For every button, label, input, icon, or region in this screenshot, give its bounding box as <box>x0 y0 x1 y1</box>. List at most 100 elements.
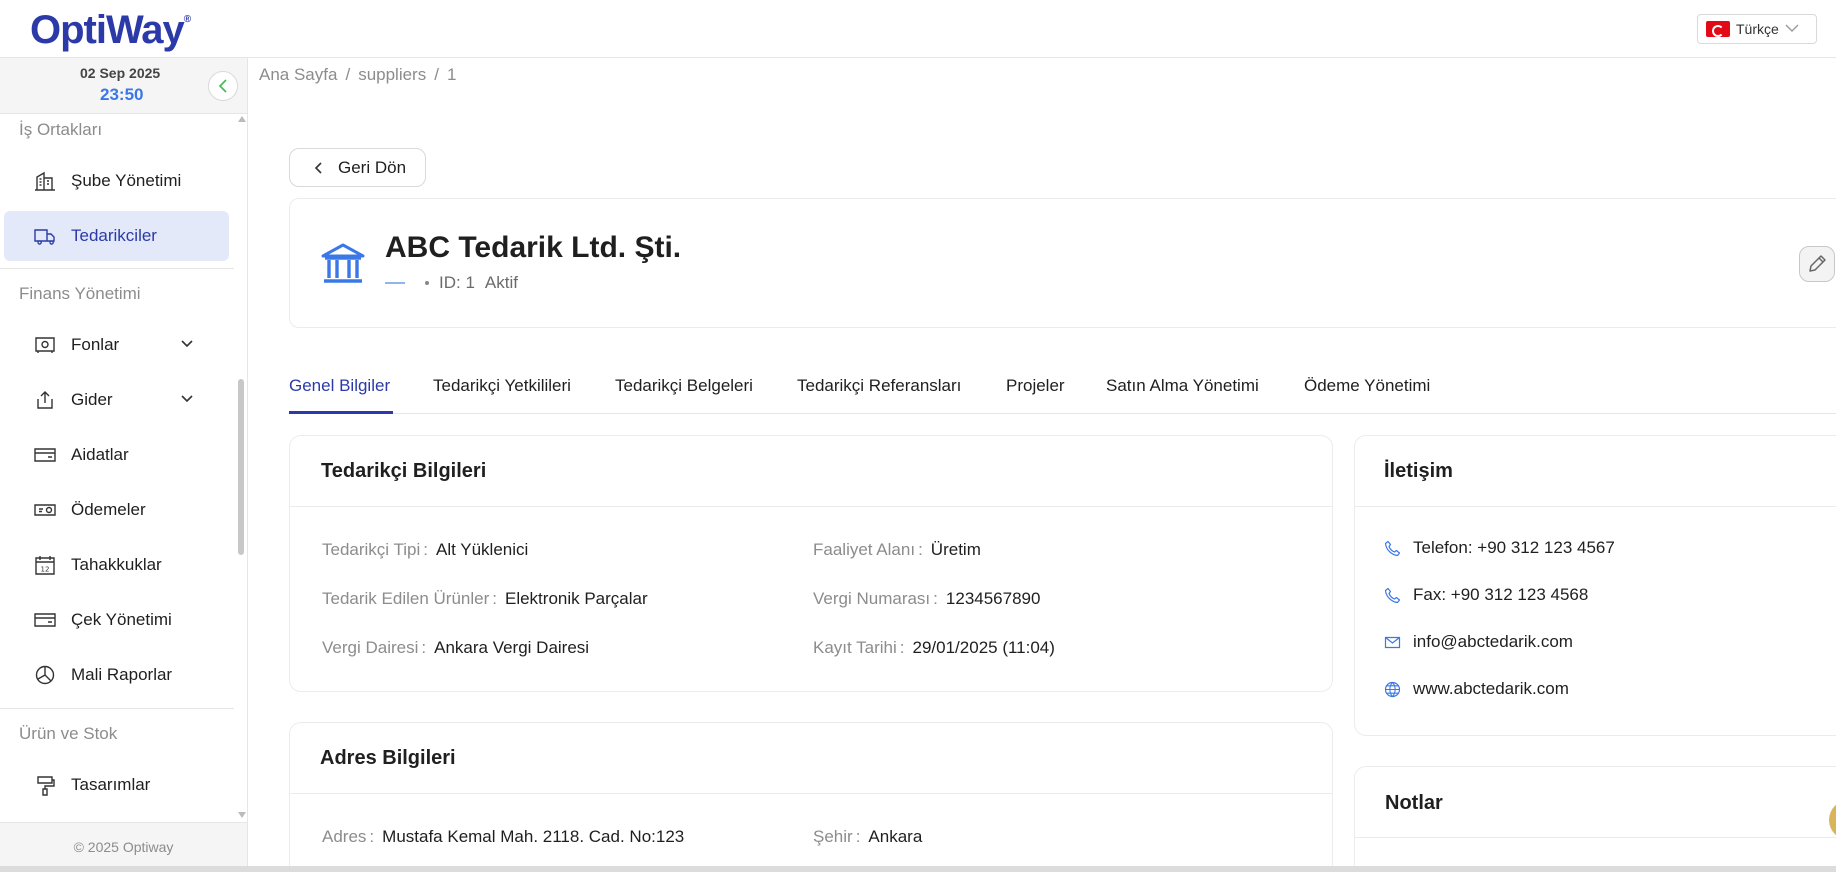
card-title: Notlar <box>1385 792 1443 814</box>
tab-supplier-contacts[interactable]: Tedarikçi Yetkilileri <box>433 376 571 396</box>
chevron-left-icon <box>314 161 322 174</box>
field-value: Mustafa Kemal Mah. 2118. Cad. No:123 <box>382 827 685 846</box>
bank-icon <box>321 243 365 283</box>
sidebar-item-label: Fonlar <box>71 335 120 354</box>
field-colon: : <box>899 638 905 657</box>
field-label: Faaliyet Alanı <box>813 540 916 559</box>
sidebar-item-branch[interactable]: Şube Yönetimi <box>4 156 229 206</box>
card-divider <box>1355 837 1836 838</box>
svg-text:12: 12 <box>41 566 50 574</box>
sidebar-scrollbar[interactable] <box>236 114 246 822</box>
breadcrumb-separator: / <box>434 65 439 84</box>
tab-supplier-references[interactable]: Tedarikçi Referansları <box>797 376 961 396</box>
field-colon: : <box>492 589 497 608</box>
sidebar-item-payments[interactable]: Ödemeler <box>4 485 229 535</box>
logo-mark: ® <box>183 14 191 25</box>
sidebar-item-dues[interactable]: Aidatlar <box>4 430 229 480</box>
tab-payments[interactable]: Ödeme Yönetimi <box>1304 376 1430 396</box>
sidebar-item-checks[interactable]: Çek Yönetimi <box>4 595 229 645</box>
current-date: 02 Sep 2025 <box>80 65 161 81</box>
sidebar-item-label: Aidatlar <box>71 445 129 464</box>
tab-projects[interactable]: Projeler <box>1006 376 1065 396</box>
card-title: İletişim <box>1384 460 1453 482</box>
field-label: Kayıt Tarihi <box>813 638 897 657</box>
field-supplier-type: Tedarikçi Tipi: Alt Yüklenici <box>322 540 528 560</box>
field-value: 1234567890 <box>945 589 1041 608</box>
field-colon: : <box>918 540 923 559</box>
sidebar-item-reports[interactable]: Mali Raporlar <box>4 650 229 700</box>
sidebar-item-label: Ödemeler <box>71 500 146 519</box>
breadcrumb-section[interactable]: suppliers <box>358 65 426 84</box>
scroll-up-arrow-icon[interactable] <box>238 116 246 122</box>
back-button[interactable]: Geri Dön <box>289 148 426 187</box>
top-header: OptiWay® Türkçe <box>0 0 1836 58</box>
scroll-down-arrow-icon[interactable] <box>238 812 246 818</box>
check-card-icon <box>34 613 56 627</box>
contact-website[interactable]: www.abctedarik.com <box>1384 679 1569 699</box>
truck-icon <box>34 229 55 245</box>
breadcrumb-separator: / <box>345 65 351 84</box>
breadcrumb-home[interactable]: Ana Sayfa <box>259 65 337 84</box>
supplier-info-card: Tedarikçi Bilgileri Tedarikçi Tipi: Alt Y… <box>289 435 1333 692</box>
sidebar-divider <box>0 708 234 709</box>
back-button-label: Geri Dön <box>338 157 407 177</box>
field-activity-area: Faaliyet Alanı: Üretim <box>813 540 981 560</box>
breadcrumb-current: 1 <box>446 65 457 84</box>
language-select[interactable]: Türkçe <box>1697 14 1817 44</box>
contact-value: Fax: +90 312 123 4568 <box>1413 585 1589 604</box>
supplier-id: ID: 1 <box>439 273 475 292</box>
field-value: Üretim <box>930 540 981 559</box>
chevron-left-icon <box>218 79 227 93</box>
app-logo[interactable]: OptiWay® <box>30 8 191 53</box>
horizontal-scrollbar[interactable] <box>0 866 1836 872</box>
tab-bar: Genel Bilgiler Tedarikçi Yetkilileri Ted… <box>289 366 1836 414</box>
calendar-icon: 12 <box>35 556 55 575</box>
field-registration-date: Kayıt Tarihi:29/01/2025 (11:04) <box>813 638 1055 658</box>
field-label: Tedarik Edilen Ürünler <box>322 589 490 608</box>
contact-phone[interactable]: Telefon: +90 312 123 4567 <box>1384 538 1615 558</box>
sidebar-item-expense[interactable]: Gider <box>4 375 229 425</box>
safe-icon <box>35 337 55 353</box>
sidebar-item-funds[interactable]: Fonlar <box>4 320 229 370</box>
collapse-sidebar-button[interactable] <box>208 71 238 101</box>
sidebar-item-accruals[interactable]: 12 Tahakkuklar <box>4 540 229 590</box>
contact-value: Telefon: +90 312 123 4567 <box>1413 538 1615 557</box>
field-colon: : <box>855 827 861 846</box>
sidebar-divider <box>0 268 234 269</box>
field-value: 29/01/2025 (11:04) <box>912 638 1055 657</box>
contact-card: İletişim Telefon: +90 312 123 4567 Fax: … <box>1354 435 1836 736</box>
current-time: 23:50 <box>100 85 144 104</box>
sidebar-item-designs[interactable]: Tasarımlar <box>4 760 229 810</box>
field-tax-number: Vergi Numarası:1234567890 <box>813 589 1040 609</box>
tab-supplier-documents[interactable]: Tedarikçi Belgeleri <box>615 376 753 396</box>
tab-general-info[interactable]: Genel Bilgiler <box>289 376 390 396</box>
field-value: Elektronik Parçalar <box>504 589 648 608</box>
phone-icon <box>1384 540 1401 556</box>
card-title: Tedarikçi Bilgileri <box>321 460 487 482</box>
card-divider <box>290 506 1332 507</box>
sidebar-item-label: Tedarikciler <box>71 226 157 245</box>
sidebar: 02 Sep 2025 23:50 İş Ortakları Şube Yöne… <box>0 58 248 872</box>
field-colon: : <box>423 540 428 559</box>
field-label: Tedarikçi Tipi <box>322 540 421 559</box>
field-colon: : <box>933 589 938 608</box>
field-value: Ankara Vergi Dairesi <box>434 638 590 657</box>
scroll-thumb[interactable] <box>238 379 244 555</box>
field-label: Adres <box>322 827 367 846</box>
sidebar-item-suppliers[interactable]: Tedarikciler <box>4 211 229 261</box>
field-colon: : <box>421 638 427 657</box>
edit-button[interactable] <box>1799 246 1835 282</box>
turkey-flag-icon <box>1706 21 1730 37</box>
tab-purchasing[interactable]: Satın Alma Yönetimi <box>1106 376 1259 396</box>
money-icon <box>34 504 56 516</box>
card-icon <box>34 448 56 462</box>
supplier-header-card: ABC Tedarik Ltd. Şti. ID: 1 Aktif <box>289 198 1836 328</box>
sidebar-menu: İş Ortakları Şube Yönetimi Tedarikciler … <box>0 114 234 822</box>
chevron-down-icon <box>181 395 193 403</box>
sidebar-item-label: Çek Yönetimi <box>71 610 172 629</box>
contact-email[interactable]: info@abctedarik.com <box>1384 632 1573 652</box>
contact-fax[interactable]: Fax: +90 312 123 4568 <box>1384 585 1588 605</box>
meta-dash <box>385 282 405 284</box>
sidebar-item-label: Şube Yönetimi <box>71 171 182 190</box>
section-finance: Finans Yönetimi <box>19 284 141 303</box>
